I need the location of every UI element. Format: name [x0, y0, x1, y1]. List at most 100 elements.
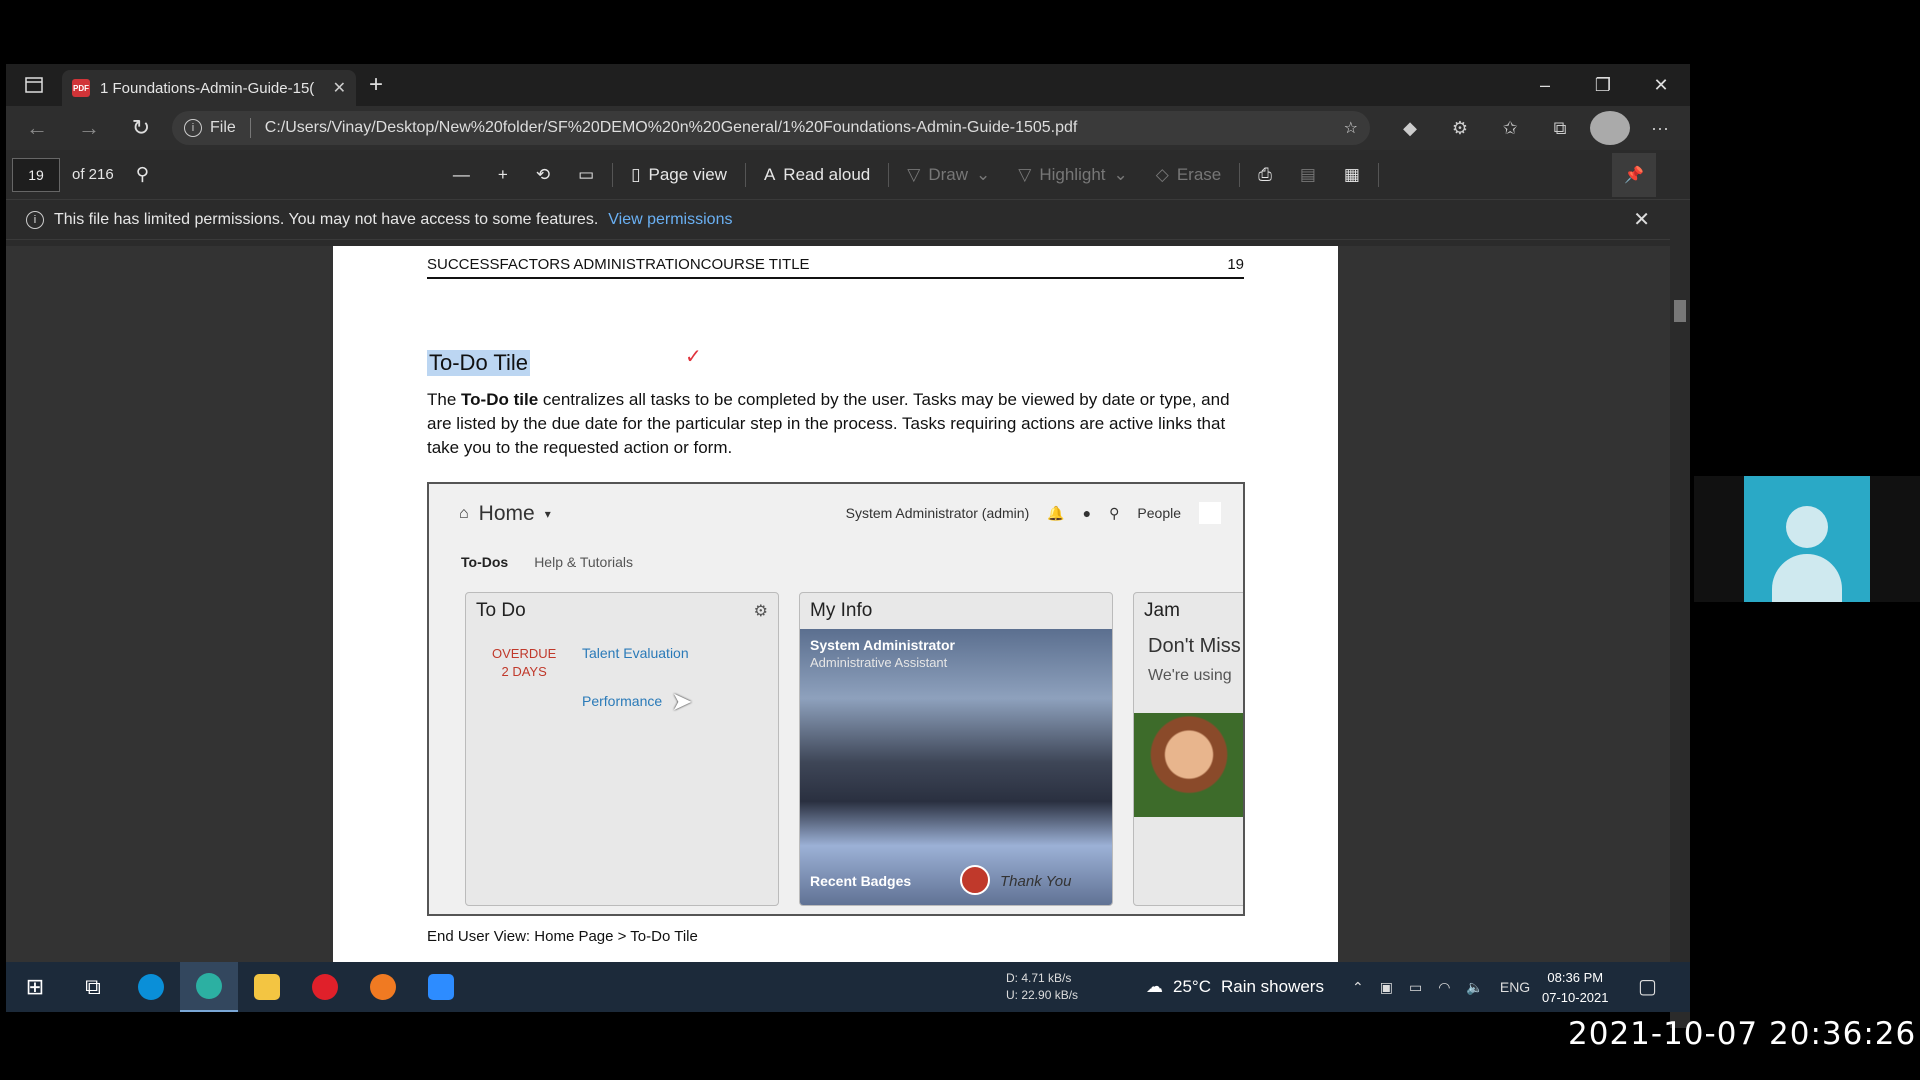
user-menu: System Administrator (admin)	[845, 505, 1030, 521]
address-bar[interactable]: i File C:/Users/Vinay/Desktop/New%20fold…	[172, 111, 1370, 145]
avatar-body	[1772, 554, 1842, 602]
tab-actions-icon[interactable]	[6, 64, 62, 106]
person-photo	[1134, 713, 1243, 817]
mouse-cursor-icon: ➤	[671, 686, 693, 716]
more-icon[interactable]: ···	[1640, 111, 1680, 145]
draw-button[interactable]: ▽ Draw ⌄	[893, 155, 1004, 195]
network-speed: D: 4.71 kB/s U: 22.90 kB/s	[1006, 970, 1078, 1004]
screen: PDF 1 Foundations-Admin-Guide-15( ✕ + – …	[0, 0, 1920, 1080]
rotate-icon[interactable]: ⟲	[522, 155, 564, 195]
todo-title: To Do	[476, 600, 526, 621]
extensions-icon[interactable]: ⚙	[1440, 111, 1480, 145]
zoom-in-icon[interactable]: +	[484, 155, 522, 195]
clock-date: 07-10-2021	[1542, 990, 1609, 1005]
skype-icon[interactable]	[122, 962, 180, 1012]
page-header: SUCCESSFACTORS ADMINISTRATIONCOURSE TITL…	[427, 256, 1244, 279]
language-indicator[interactable]: ENG	[1500, 979, 1530, 995]
favorite-add-icon[interactable]: ☆	[1344, 118, 1358, 138]
section-title: To-Do Tile	[427, 350, 531, 376]
body-text: The	[427, 390, 462, 409]
zoom-icon[interactable]	[412, 962, 470, 1012]
search-box	[1199, 502, 1221, 524]
meet-icon[interactable]: ▣	[1380, 979, 1393, 996]
read-aloud-button[interactable]: A Read aloud	[750, 155, 884, 195]
check-mark-icon: ✓	[685, 346, 702, 368]
page-view-button[interactable]: ▯ Page view	[617, 155, 741, 195]
download-speed: D: 4.71 kB/s	[1006, 971, 1072, 985]
pdf-page: SUCCESSFACTORS ADMINISTRATIONCOURSE TITL…	[333, 246, 1338, 962]
myinfo-title: My Info	[810, 600, 873, 621]
fit-page-icon[interactable]: ▭	[564, 155, 608, 195]
scrollbar-thumb[interactable]	[1674, 300, 1686, 322]
recent-badges-label: Recent Badges	[810, 873, 912, 889]
extension-icon[interactable]: ◆	[1390, 111, 1430, 145]
forward-icon[interactable]: →	[68, 115, 110, 141]
edge-icon[interactable]	[180, 962, 238, 1012]
jam-title: Jam	[1144, 600, 1180, 621]
tab-pdf[interactable]: PDF 1 Foundations-Admin-Guide-15( ✕	[62, 70, 356, 106]
collections-icon[interactable]: ⧉	[1540, 111, 1580, 145]
eraser-icon: ◇	[1155, 164, 1169, 184]
pdf-icon: PDF	[72, 79, 90, 97]
chevron-down-icon: ⌄	[976, 164, 991, 184]
info-icon[interactable]: i	[184, 119, 202, 137]
figure-home: ⌂ Home ▾	[459, 502, 551, 526]
system-tray: ⌃ ▣ ▭ ◠ 🔈 ENG	[1352, 962, 1530, 1012]
body-text: centralizes all tasks to be completed by…	[427, 390, 1230, 457]
help-icon: ●	[1082, 505, 1092, 521]
view-permissions-link[interactable]: View permissions	[608, 211, 732, 229]
figure-caption: End User View: Home Page > To-Do Tile	[427, 928, 698, 945]
windows-start-icon[interactable]: ⊞	[6, 962, 64, 1012]
notification-icon[interactable]: ▢	[1638, 974, 1657, 999]
pin-toolbar-icon[interactable]: 📌	[1612, 152, 1656, 197]
vertical-scrollbar[interactable]	[1670, 218, 1690, 1028]
close-tab-icon[interactable]: ✕	[333, 78, 346, 98]
new-tab-button[interactable]: +	[356, 71, 396, 99]
chevron-up-icon[interactable]: ⌃	[1352, 979, 1364, 996]
close-window-icon[interactable]: ✕	[1632, 64, 1690, 106]
profile-icon[interactable]	[1590, 111, 1630, 145]
clock-time: 08:36 PM	[1547, 970, 1604, 985]
read-aloud-label: Read aloud	[783, 164, 871, 184]
opera-icon[interactable]	[296, 962, 354, 1012]
firefox-icon[interactable]	[354, 962, 412, 1012]
upload-speed: U: 22.90 kB/s	[1006, 988, 1079, 1002]
back-icon[interactable]: ←	[16, 115, 58, 141]
print-icon[interactable]: ⎙	[1244, 155, 1286, 195]
refresh-icon[interactable]: ↻	[120, 115, 162, 141]
url-text[interactable]: C:/Users/Vinay/Desktop/New%20folder/SF%2…	[265, 119, 1336, 137]
volume-icon[interactable]: 🔈	[1466, 979, 1483, 996]
page-number-input[interactable]: 19	[12, 157, 60, 192]
people-menu: People	[1137, 505, 1181, 521]
weather-widget[interactable]: ☁ 25°C Rain showers	[1146, 962, 1324, 1012]
battery-icon[interactable]: ▭	[1409, 979, 1422, 996]
tab-title: 1 Foundations-Admin-Guide-15(	[100, 79, 315, 97]
erase-button[interactable]: ◇ Erase	[1142, 155, 1236, 195]
talent-evaluation-link: Talent Evaluation	[582, 645, 689, 661]
body-bold: To-Do tile	[461, 390, 539, 409]
task-view-icon[interactable]: ⧉	[64, 962, 122, 1012]
info-icon: i	[26, 210, 44, 229]
file-explorer-icon[interactable]	[238, 962, 296, 1012]
banner-message: This file has limited permissions. You m…	[54, 210, 599, 228]
restore-icon[interactable]: ❐	[1574, 64, 1632, 106]
minimize-icon[interactable]: –	[1516, 64, 1574, 106]
browser-window: PDF 1 Foundations-Admin-Guide-15( ✕ + – …	[6, 64, 1690, 1028]
jam-tile: Jam Don't Miss We're using	[1133, 592, 1243, 906]
rain-cloud-icon: ☁	[1146, 977, 1163, 996]
save-as-icon[interactable]: ▦	[1330, 155, 1374, 195]
close-banner-icon[interactable]: ✕	[1633, 207, 1650, 232]
search-icon[interactable]: ⚲	[136, 164, 149, 185]
highlight-button[interactable]: ▽ Highlight ⌄	[1004, 155, 1141, 195]
page-view-icon: ▯	[631, 164, 641, 184]
favorites-icon[interactable]: ✩	[1490, 111, 1530, 145]
tile-header: To Do ⚙	[466, 593, 778, 629]
pdf-toolbar: 19 of 216 ⚲ — + ⟲ ▭ ▯ Page view A Read alo…	[6, 150, 1690, 200]
pdf-viewer[interactable]: SUCCESSFACTORS ADMINISTRATIONCOURSE TITL…	[6, 246, 1670, 962]
temperature: 25°C	[1173, 977, 1211, 996]
pdf-tools: — + ⟲ ▭ ▯ Page view A Read aloud ▽ Draw ⌄ ▽ H…	[439, 155, 1383, 195]
clock[interactable]: 08:36 PM 07-10-2021	[1542, 968, 1609, 1008]
save-icon[interactable]: ▤	[1286, 155, 1330, 195]
zoom-out-icon[interactable]: —	[439, 155, 484, 195]
wifi-icon[interactable]: ◠	[1438, 979, 1450, 996]
